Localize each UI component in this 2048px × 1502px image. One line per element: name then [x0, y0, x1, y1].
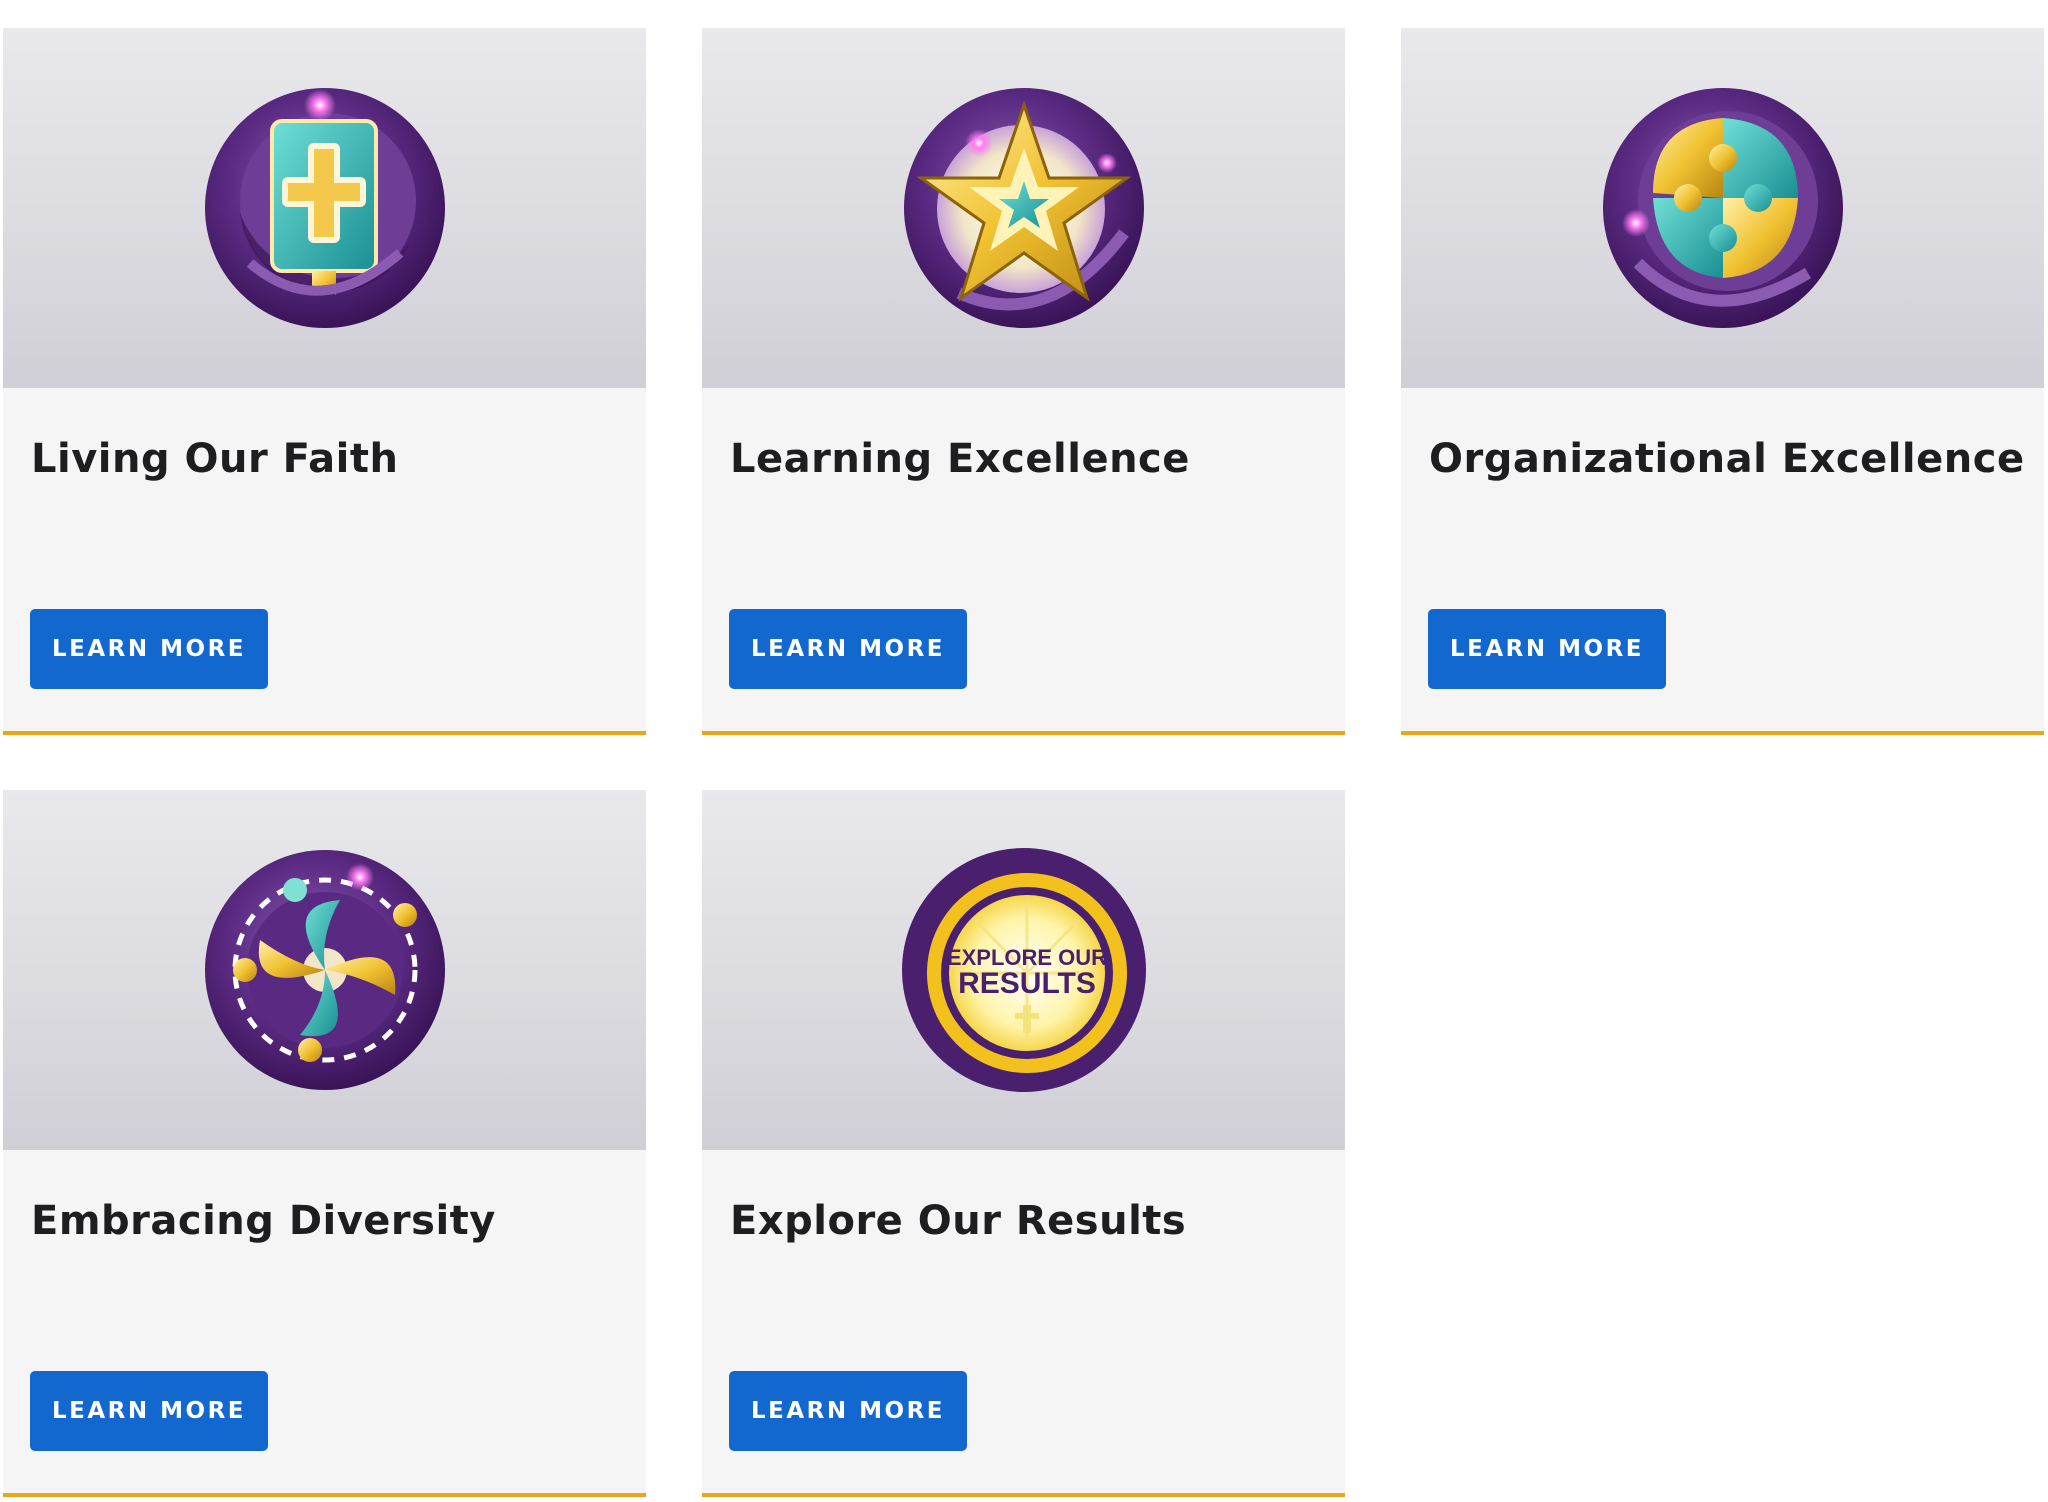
card-title: Learning Excellence	[730, 436, 1190, 482]
card-learning-excellence: Learning Excellence LEARN MORE	[702, 28, 1345, 735]
card-title: Explore Our Results	[730, 1198, 1187, 1244]
card-embracing-diversity: Embracing Diversity LEARN MORE	[3, 790, 646, 1497]
badge-text-line2: RESULTS	[958, 967, 1096, 1000]
learn-more-button[interactable]: LEARN MORE	[30, 1371, 268, 1451]
card-image	[702, 28, 1345, 388]
learn-more-button[interactable]: LEARN MORE	[30, 609, 268, 689]
card-image	[3, 790, 646, 1150]
explore-results-icon: EXPLORE OUR RESULTS	[901, 848, 1146, 1092]
card-image	[1401, 28, 2044, 388]
card-organizational-excellence: Organizational Excellence LEARN MORE	[1401, 28, 2044, 735]
learn-more-button[interactable]: LEARN MORE	[1428, 609, 1666, 689]
star-icon	[903, 88, 1144, 328]
card-living-our-faith: Living Our Faith LEARN MORE	[3, 28, 646, 735]
card-grid: Living Our Faith LEARN MORE Learning Exc…	[3, 28, 2044, 1497]
people-circle-icon	[204, 850, 445, 1090]
card-title: Living Our Faith	[31, 436, 399, 482]
learn-more-button[interactable]: LEARN MORE	[729, 1371, 967, 1451]
puzzle-icon	[1602, 88, 1843, 328]
card-explore-our-results: EXPLORE OUR RESULTS Explore Our Results …	[702, 790, 1345, 1497]
learn-more-button[interactable]: LEARN MORE	[729, 609, 967, 689]
card-image: EXPLORE OUR RESULTS	[702, 790, 1345, 1150]
bible-cross-icon	[204, 88, 445, 328]
card-image	[3, 28, 646, 388]
card-title: Organizational Excellence	[1429, 436, 2025, 482]
card-title: Embracing Diversity	[31, 1198, 496, 1244]
